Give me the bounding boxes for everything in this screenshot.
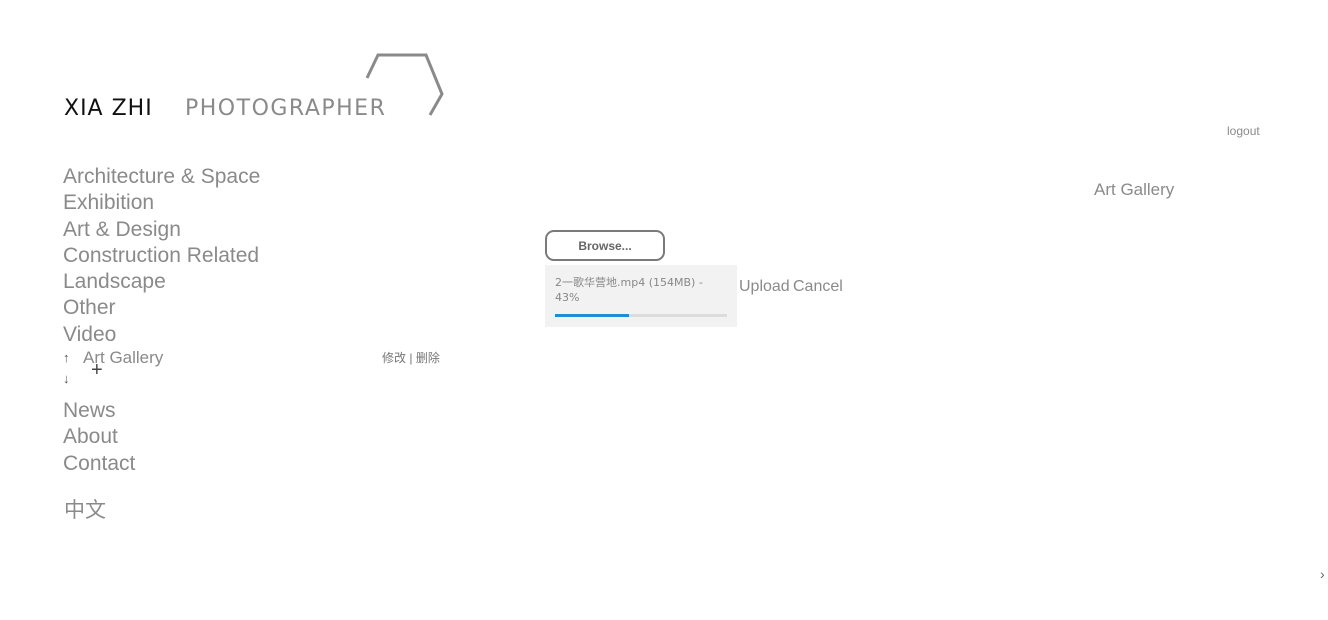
- edit-delete-links: 修改 | 删除: [382, 349, 440, 366]
- cancel-button[interactable]: Cancel: [793, 278, 843, 296]
- nav-item-about[interactable]: About: [63, 424, 135, 450]
- sub-item-art-gallery: ↑ Art Gallery ↓ +: [63, 348, 260, 400]
- language-switch[interactable]: 中文: [64, 494, 106, 524]
- nav-item-video[interactable]: Video: [63, 322, 260, 348]
- nav-item-exhibition[interactable]: Exhibition: [63, 190, 260, 216]
- nav-item-construction-related[interactable]: Construction Related: [63, 243, 260, 269]
- page: XIA ZHI PHOTOGRAPHER logout Art Gallery …: [0, 0, 1328, 620]
- site-logo[interactable]: XIA ZHI PHOTOGRAPHER: [64, 52, 448, 122]
- upload-file-info: 2一歌华营地.mp4 (154MB) - 43%: [555, 275, 727, 305]
- file-name: 2一歌华营地.mp4: [555, 276, 646, 289]
- nav-item-other[interactable]: Other: [63, 295, 260, 321]
- upload-progress-bar: [555, 314, 727, 317]
- upload-progress-fill: [555, 314, 629, 317]
- delete-link[interactable]: 删除: [416, 351, 440, 365]
- logo-title: PHOTOGRAPHER: [185, 96, 387, 121]
- add-icon[interactable]: +: [91, 360, 103, 380]
- nav-item-landscape[interactable]: Landscape: [63, 269, 260, 295]
- nav-item-news[interactable]: News: [63, 398, 135, 424]
- main-nav: Architecture & Space Exhibition Art & De…: [63, 164, 260, 400]
- arrow-up-icon[interactable]: ↑: [63, 350, 70, 365]
- chevron-right-icon[interactable]: ›: [1320, 566, 1325, 582]
- upload-button[interactable]: Upload: [739, 278, 790, 296]
- link-separator: |: [409, 351, 413, 365]
- category-label: Art Gallery: [1094, 180, 1175, 199]
- browse-button[interactable]: Browse...: [545, 230, 665, 261]
- upload-progress-text: 43%: [555, 291, 580, 304]
- file-separator: -: [698, 276, 703, 289]
- file-size: (154MB): [648, 276, 696, 289]
- edit-link[interactable]: 修改: [382, 351, 406, 365]
- nav-item-art-design[interactable]: Art & Design: [63, 217, 260, 243]
- nav-item-architecture-space[interactable]: Architecture & Space: [63, 164, 260, 190]
- logo-frame-icon: [365, 53, 444, 116]
- nav-item-contact[interactable]: Contact: [63, 451, 135, 477]
- logout-link[interactable]: logout: [1227, 124, 1260, 138]
- upload-file-item: 2一歌华营地.mp4 (154MB) - 43%: [545, 265, 737, 327]
- logo-name: XIA ZHI: [64, 96, 153, 121]
- arrow-down-icon[interactable]: ↓: [63, 371, 70, 386]
- secondary-nav: News About Contact: [63, 398, 135, 477]
